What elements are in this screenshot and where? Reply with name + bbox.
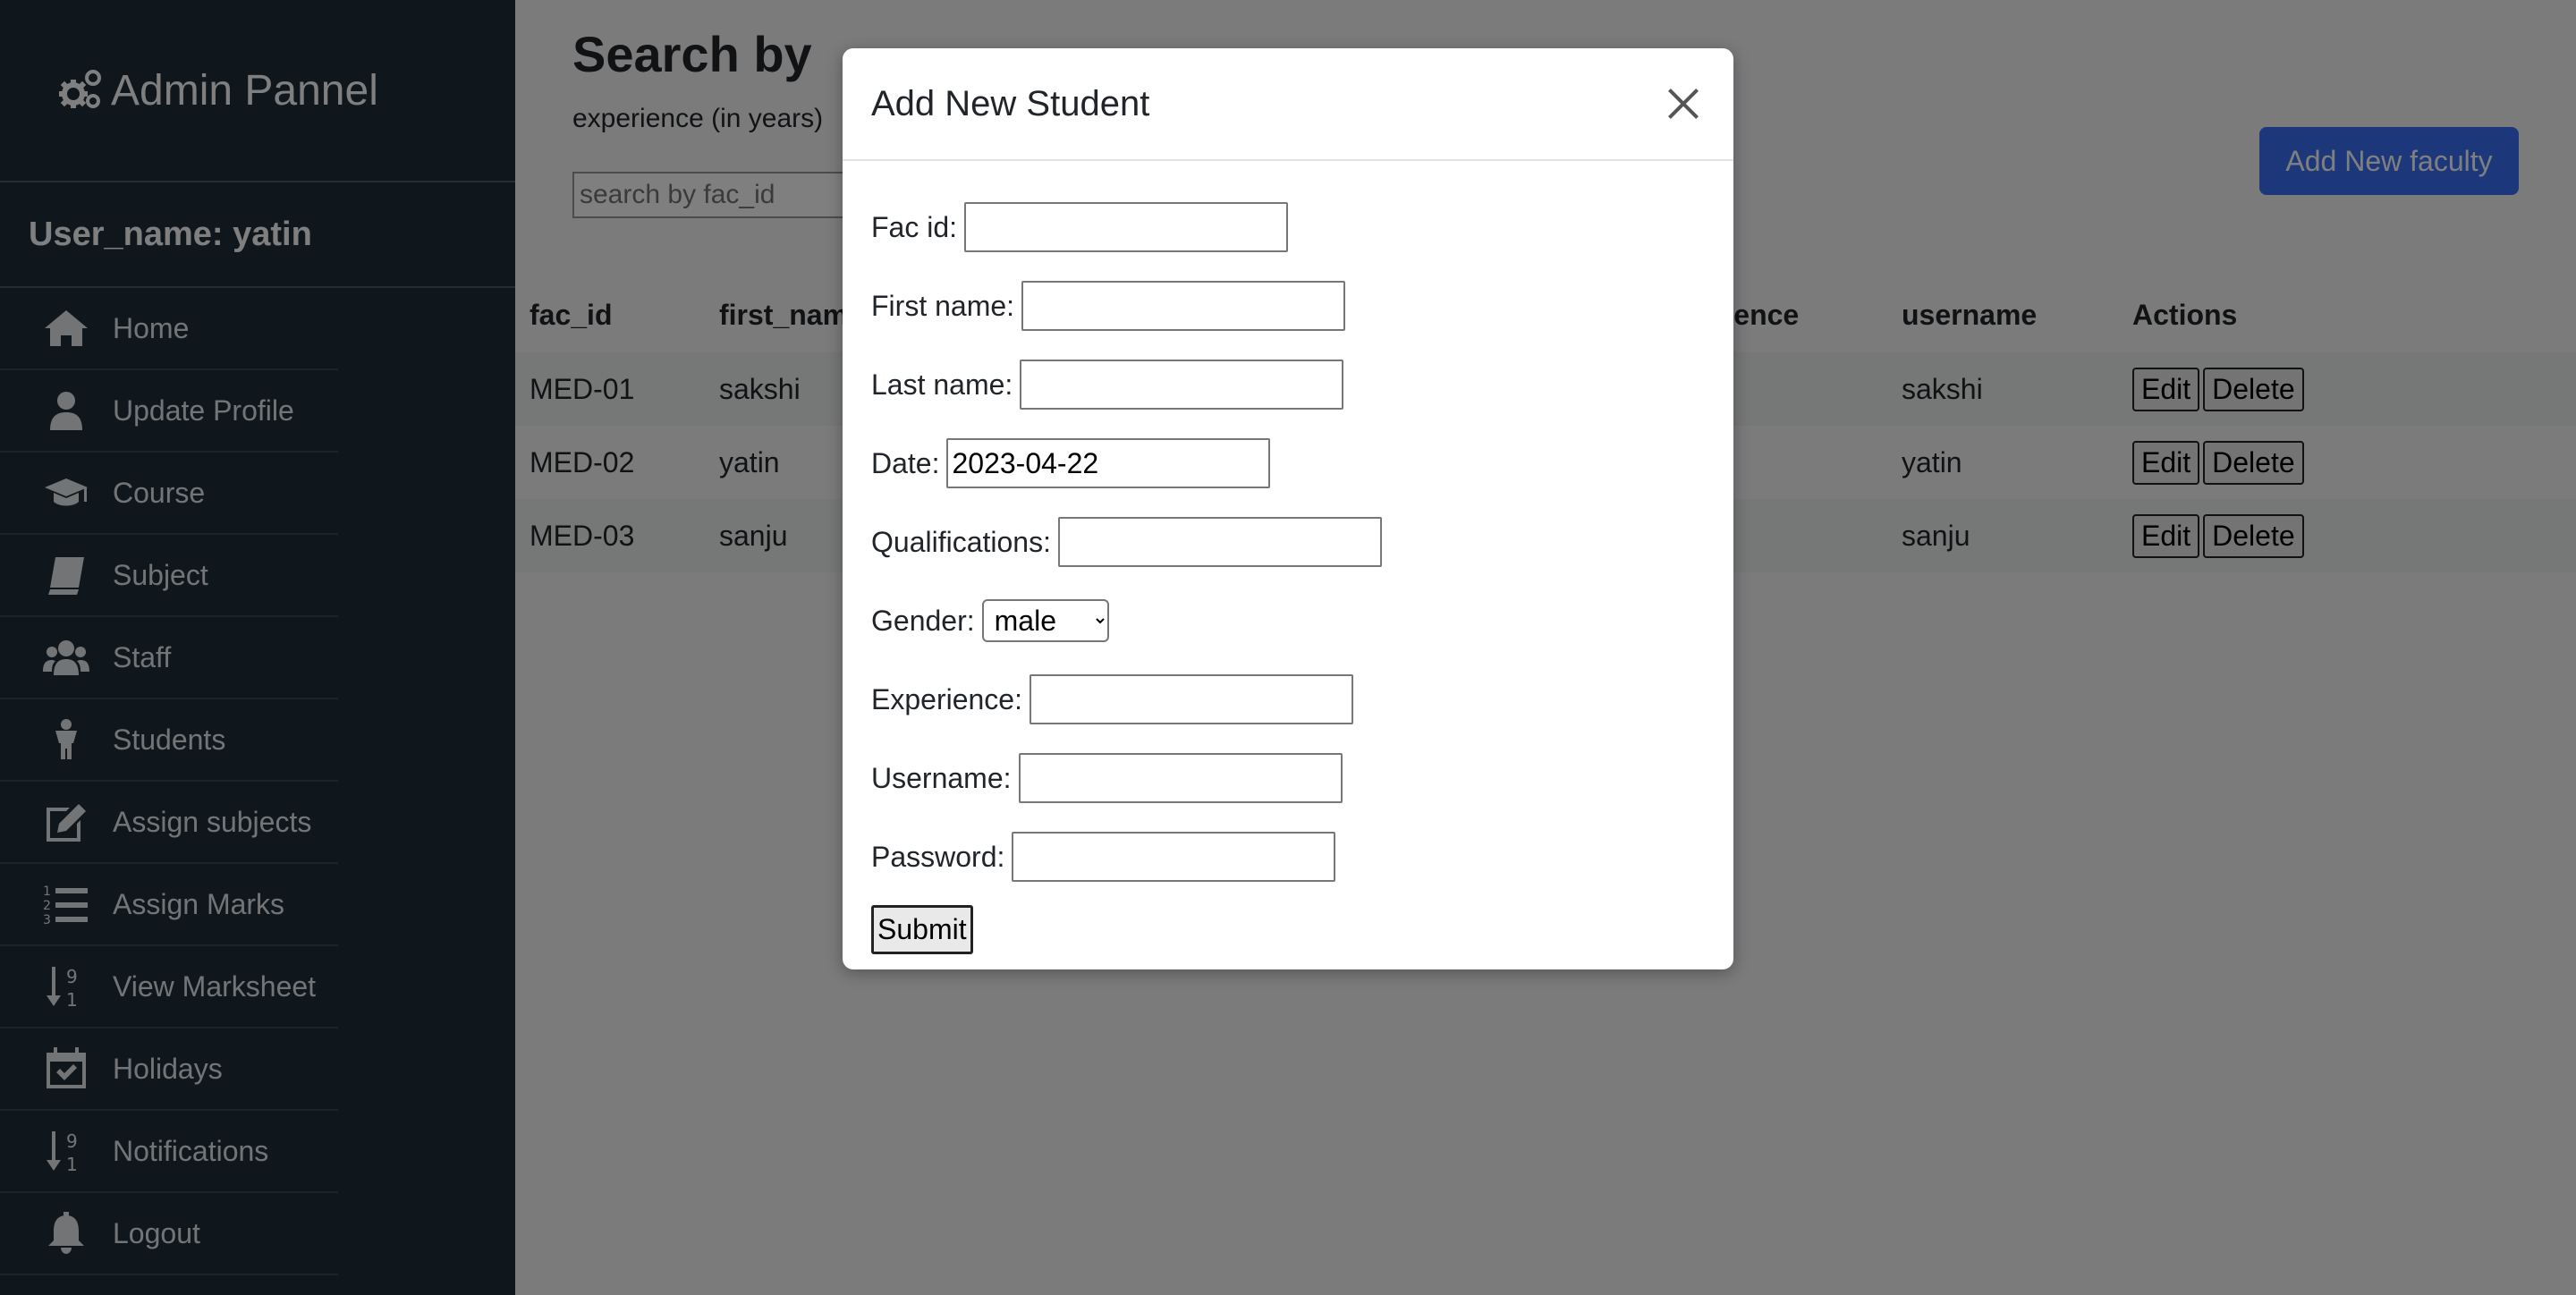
form-row-username: Username: (871, 739, 1705, 817)
add-student-form: Fac id: First name: Last name: Date: Qua… (843, 161, 1733, 981)
first-name-label: First name: (871, 289, 1015, 322)
form-row-password: Password: (871, 817, 1705, 896)
username-label: Username: (871, 761, 1012, 794)
modal-title: Add New Student (871, 83, 1150, 123)
form-row-gender: Gender: male (871, 581, 1705, 660)
fac-id-field[interactable] (964, 202, 1289, 252)
last-name-label: Last name: (871, 368, 1013, 401)
qualifications-field[interactable] (1057, 517, 1382, 567)
qualifications-label: Qualifications: (871, 525, 1051, 558)
first-name-field[interactable] (1021, 281, 1346, 331)
form-row-first-name: First name: (871, 267, 1705, 345)
experience-field[interactable] (1029, 674, 1353, 724)
form-row-fac-id: Fac id: (871, 188, 1705, 267)
form-row-last-name: Last name: (871, 345, 1705, 424)
username-field[interactable] (1018, 753, 1343, 803)
submit-button[interactable]: Submit (871, 905, 973, 954)
close-icon[interactable] (1662, 82, 1705, 125)
password-label: Password: (871, 840, 1005, 873)
modal-header: Add New Student (843, 48, 1733, 161)
add-student-modal: Add New Student Fac id: First name: Last… (843, 48, 1733, 969)
form-row-qualifications: Qualifications: (871, 503, 1705, 581)
fac-id-label: Fac id: (871, 210, 958, 243)
password-field[interactable] (1012, 832, 1336, 882)
gender-label: Gender: (871, 604, 975, 637)
gender-select[interactable]: male (981, 599, 1109, 642)
date-label: Date: (871, 446, 940, 479)
date-field[interactable] (946, 438, 1271, 488)
form-row-date: Date: (871, 424, 1705, 503)
form-row-experience: Experience: (871, 660, 1705, 739)
experience-label: Experience: (871, 682, 1022, 715)
last-name-field[interactable] (1020, 360, 1344, 410)
